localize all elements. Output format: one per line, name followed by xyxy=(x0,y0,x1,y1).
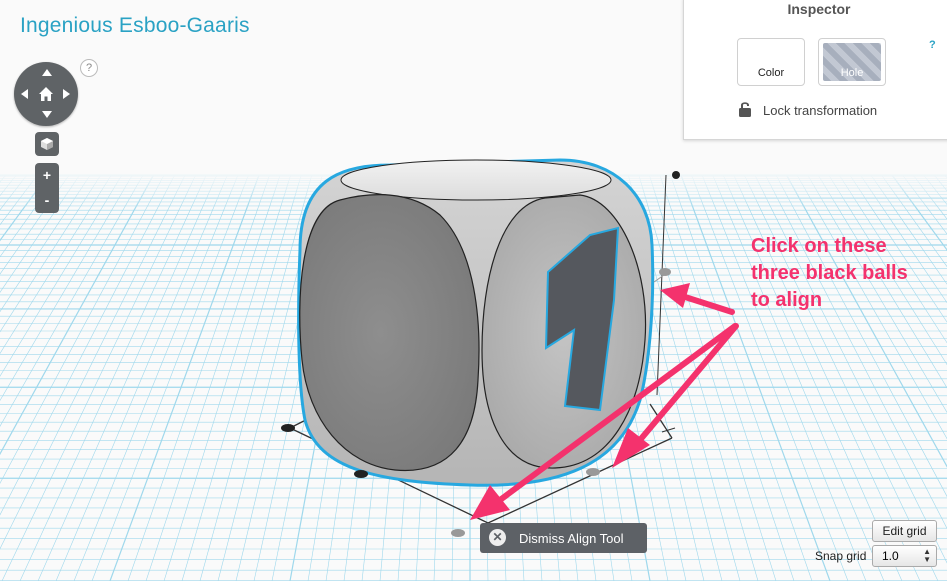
arrow-up-icon[interactable] xyxy=(42,69,52,76)
chevron-updown-icon: ▲ ▼ xyxy=(923,547,931,564)
grid-line xyxy=(0,174,49,242)
grid-line xyxy=(638,174,759,581)
align-ball-right[interactable] xyxy=(659,268,671,276)
grid-line xyxy=(0,174,155,456)
color-label: Color xyxy=(757,67,785,79)
left-face xyxy=(299,194,480,472)
zoom-in-button[interactable]: + xyxy=(35,163,59,188)
grid-line xyxy=(0,174,133,402)
cube-icon xyxy=(41,138,53,150)
zoom-out-button[interactable]: - xyxy=(35,188,59,213)
annotation-line-2: three black balls xyxy=(751,262,908,284)
align-ball-left-front[interactable] xyxy=(354,470,368,478)
grid-line xyxy=(109,174,260,581)
arrow-down-icon[interactable] xyxy=(42,111,52,118)
zoom-controls: + - xyxy=(35,163,59,213)
snap-grid-label: Snap grid xyxy=(815,549,867,563)
align-ball-left-back[interactable] xyxy=(281,424,295,432)
arrow-left-icon[interactable] xyxy=(21,89,28,99)
annotation-line-3: to align xyxy=(751,289,823,311)
lock-transformation-toggle[interactable]: Lock transformation xyxy=(763,103,877,118)
arrow-right-icon[interactable] xyxy=(63,89,70,99)
project-title[interactable]: Ingenious Esboo-Gaaris xyxy=(20,14,250,38)
view-navigation-pad[interactable] xyxy=(14,62,78,126)
grid-line xyxy=(0,174,112,354)
view-cube-button[interactable] xyxy=(35,132,59,156)
home-icon[interactable] xyxy=(38,86,54,102)
grid-line xyxy=(0,174,80,293)
hole-button[interactable]: Hole xyxy=(818,38,886,86)
lock-icon[interactable] xyxy=(738,100,752,118)
grid-line xyxy=(163,174,291,581)
inspector-panel: Inspector ? Color Hole xyxy=(683,0,947,140)
edit-grid-button[interactable]: Edit grid xyxy=(872,520,937,542)
grid-line xyxy=(55,174,228,581)
dice-object[interactable] xyxy=(297,158,655,487)
snap-grid-value: 1.0 xyxy=(882,549,899,563)
annotation-line-1: Click on these xyxy=(751,235,887,257)
grid-line xyxy=(181,174,302,581)
inspector-title: Inspector xyxy=(787,1,851,17)
grid-line xyxy=(19,174,207,581)
hole-label: Hole xyxy=(840,67,864,79)
align-ball-front-right[interactable] xyxy=(586,468,600,476)
hole-pattern: Hole xyxy=(823,43,881,81)
grid-line xyxy=(91,174,249,581)
grid-line xyxy=(0,174,38,226)
grid-line xyxy=(127,174,270,581)
inspector-help-link[interactable]: ? xyxy=(929,39,936,51)
grid-line xyxy=(0,174,123,377)
align-ball-front[interactable] xyxy=(451,529,465,537)
help-icon[interactable]: ? xyxy=(80,59,98,77)
dismiss-label: Dismiss Align Tool xyxy=(519,531,624,546)
grid-line xyxy=(199,174,313,581)
close-icon: ✕ xyxy=(489,529,506,546)
dismiss-align-tool-button[interactable]: ✕ Dismiss Align Tool xyxy=(480,523,647,553)
grid-line xyxy=(0,174,70,275)
annotation-text: Click on these three black balls to alig… xyxy=(751,233,908,314)
grid-line xyxy=(0,174,144,427)
grid-line xyxy=(37,174,218,581)
align-ball-top[interactable] xyxy=(672,171,680,179)
grid-line xyxy=(0,174,175,516)
snap-grid-select[interactable]: 1.0 ▲ ▼ xyxy=(872,545,937,567)
color-swatch-button[interactable]: Color xyxy=(737,38,805,86)
